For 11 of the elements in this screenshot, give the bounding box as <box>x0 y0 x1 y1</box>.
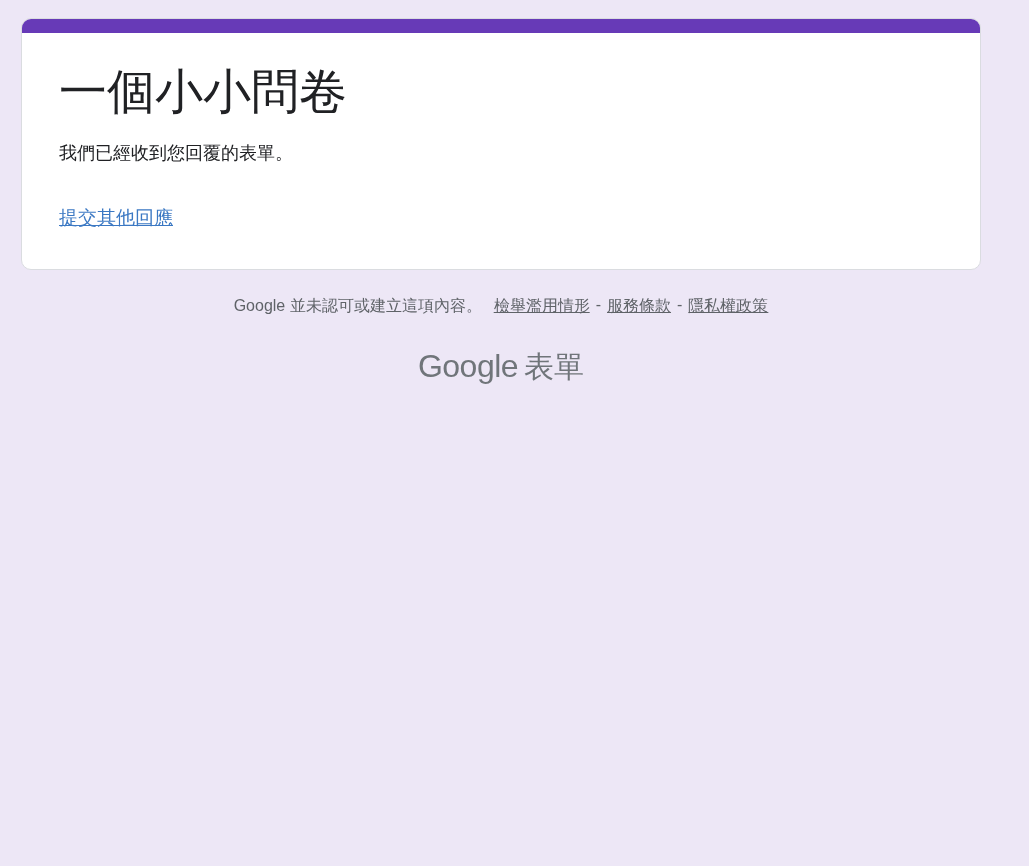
submit-another-response-link[interactable]: 提交其他回應 <box>59 204 173 231</box>
confirmation-message: 我們已經收到您回覆的表單。 <box>59 141 293 165</box>
logo-product: 表單 <box>524 348 585 385</box>
logo-brand: Google <box>417 347 519 385</box>
footer-link[interactable]: 隱私權政策 <box>688 295 769 317</box>
separator: - <box>677 295 683 315</box>
footer-link[interactable]: 服務條款 <box>607 295 671 317</box>
separator: - <box>595 295 601 315</box>
form-title: 一個小小問卷 <box>59 64 347 120</box>
disclaimer-text: Google 並未認可或建立這項內容。 <box>233 295 482 316</box>
footer-link[interactable]: 檢舉濫用情形 <box>493 295 590 317</box>
